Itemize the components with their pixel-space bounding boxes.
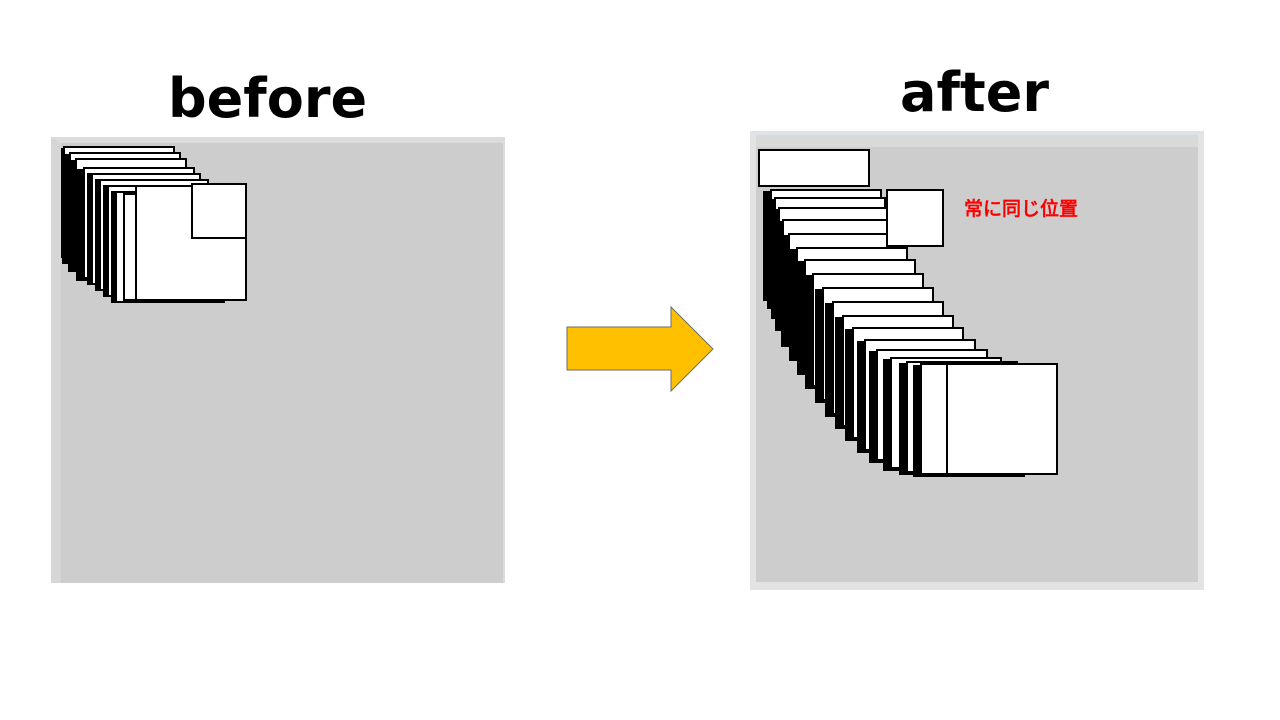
front-window [946,363,1058,475]
after-title: after [900,61,1050,124]
slide: before after 常に同じ位置 [0,0,1280,720]
before-panel [51,137,505,583]
fixed-position-note: 常に同じ位置 [964,198,1079,220]
right-arrow-icon [566,306,714,392]
small-window [191,183,247,239]
fixed-small-window [886,189,944,247]
stacked-window [758,149,870,187]
before-title: before [168,67,368,130]
